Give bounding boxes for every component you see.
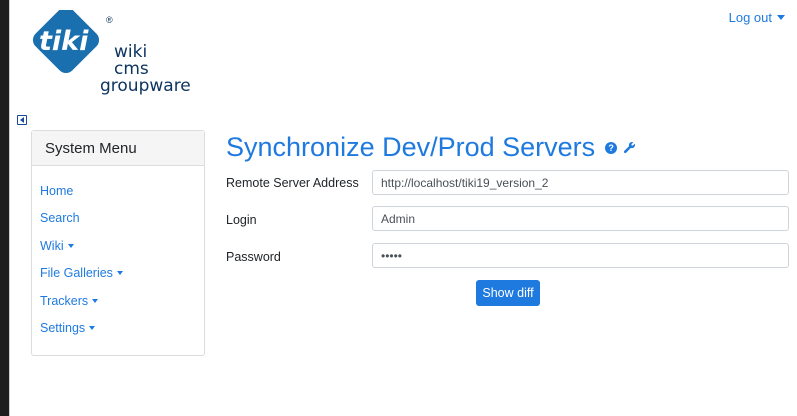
sidebar-item-file-galleries[interactable]: File Galleries — [32, 260, 204, 288]
svg-text:®: ® — [106, 15, 113, 25]
page-title: Synchronize Dev/Prod Servers ? — [226, 132, 636, 163]
sidebar-item-home[interactable]: Home — [32, 177, 204, 205]
caret-down-icon — [89, 326, 96, 331]
caret-down-icon — [92, 298, 99, 303]
question-circle-icon[interactable]: ? — [605, 141, 618, 154]
tiki-logo-icon: tiki ® wiki cms groupware — [32, 6, 191, 96]
password-input[interactable] — [372, 243, 789, 268]
logout-menu[interactable]: Log out — [729, 10, 785, 25]
caret-down-icon — [67, 243, 74, 248]
sidebar-item-wiki[interactable]: Wiki — [32, 232, 204, 260]
wrench-icon[interactable] — [623, 141, 636, 154]
system-menu: System Menu Home Search Wiki File Galler… — [31, 130, 205, 356]
login-label: Login — [226, 213, 257, 227]
sidebar-toggle-icon[interactable] — [17, 115, 27, 125]
login-input[interactable] — [372, 206, 789, 231]
sidebar-item-settings[interactable]: Settings — [32, 315, 204, 343]
tiki-logo[interactable]: tiki ® wiki cms groupware — [30, 6, 210, 105]
logout-label: Log out — [728, 10, 772, 25]
remote-server-input[interactable] — [372, 170, 789, 195]
caret-down-icon — [777, 15, 785, 20]
logo-mark-text: tiki — [39, 26, 89, 57]
system-menu-title: System Menu — [32, 131, 204, 166]
page-title-text: Synchronize Dev/Prod Servers — [226, 132, 596, 162]
page: tiki ® wiki cms groupware Log out System… — [9, 0, 797, 416]
sidebar-item-search[interactable]: Search — [32, 205, 204, 233]
caret-down-icon — [116, 271, 123, 276]
password-label: Password — [226, 250, 281, 264]
sidebar-item-trackers[interactable]: Trackers — [32, 287, 204, 315]
system-menu-items: Home Search Wiki File Galleries Trackers… — [32, 166, 204, 342]
show-diff-button[interactable]: Show diff — [476, 280, 540, 306]
remote-server-label: Remote Server Address — [226, 176, 359, 190]
svg-text:groupware: groupware — [100, 76, 191, 96]
